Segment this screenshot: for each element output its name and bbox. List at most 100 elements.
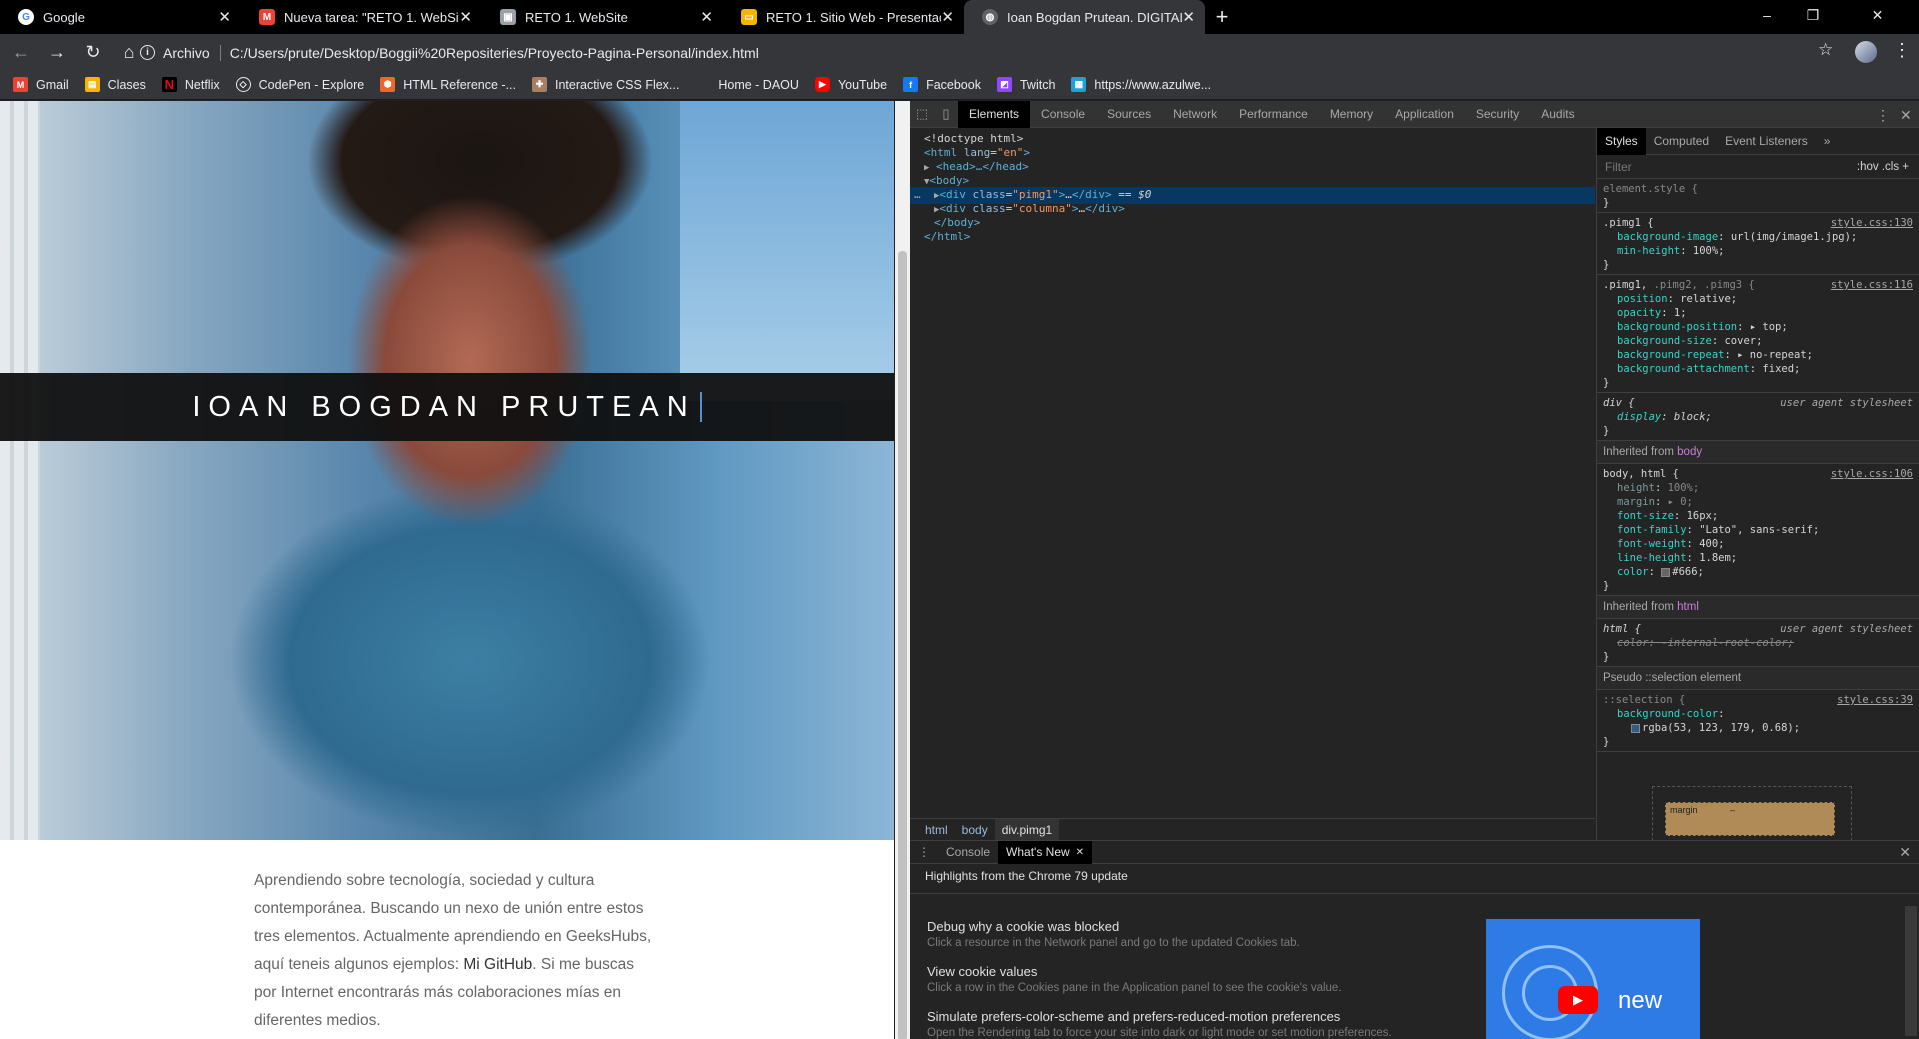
close-window-button[interactable]: ✕ bbox=[1836, 0, 1919, 30]
hero-photo: IOAN BOGDAN PRUTEAN bbox=[0, 101, 894, 840]
rule-element-style[interactable]: element.style { } bbox=[1597, 179, 1919, 213]
whats-new-video-thumbnail[interactable]: ▶ new bbox=[1486, 919, 1700, 1039]
tab-google[interactable]: G Google ✕ bbox=[0, 0, 241, 34]
device-toolbar-icon[interactable]: ▯ bbox=[934, 101, 958, 128]
bookmark-star-icon[interactable]: ☆ bbox=[1818, 40, 1833, 60]
rule-div-ua[interactable]: user agent stylesheet div { display: blo… bbox=[1597, 393, 1919, 441]
breadcrumb: html body div.pimg1 bbox=[910, 818, 1595, 841]
filter-options[interactable]: :hov .cls + bbox=[1857, 161, 1909, 173]
bookmark-css-flex[interactable]: ✚ Interactive CSS Flex... bbox=[532, 77, 679, 92]
tab-slides[interactable]: ▭ RETO 1. Sitio Web - Presentacion ✕ bbox=[723, 0, 964, 34]
dom-html-close[interactable]: </html> bbox=[924, 228, 970, 245]
close-icon[interactable]: ✕ bbox=[941, 8, 954, 26]
drawer-tab-console[interactable]: Console bbox=[938, 841, 998, 864]
bookmark-label: Interactive CSS Flex... bbox=[555, 77, 680, 92]
pseudo-selection-header: Pseudo ::selection element bbox=[1597, 667, 1919, 690]
rule-source-link[interactable]: style.css:39 bbox=[1837, 693, 1913, 707]
tab-strip: G Google ✕ M Nueva tarea: "RETO 1. WebSi… bbox=[0, 0, 1919, 34]
tab-event-listeners[interactable]: Event Listeners bbox=[1717, 128, 1816, 155]
tab-security[interactable]: Security bbox=[1465, 101, 1530, 128]
bookmark-daou[interactable]: Home - DAOU bbox=[695, 77, 799, 92]
bookmark-twitch[interactable]: ◩ Twitch bbox=[996, 77, 1055, 92]
close-icon[interactable]: ✕ bbox=[1076, 847, 1084, 858]
bookmark-azulweb[interactable]: ▦ https://www.azulwe... bbox=[1071, 77, 1211, 92]
info-icon[interactable]: i bbox=[140, 45, 155, 60]
rule-source-link[interactable]: style.css:130 bbox=[1831, 216, 1913, 230]
youtube-play-icon[interactable]: ▶ bbox=[1558, 986, 1598, 1014]
browser-menu-icon[interactable]: ⋮ bbox=[1893, 40, 1911, 61]
tab-gmail-task[interactable]: M Nueva tarea: "RETO 1. WebSite" - ✕ bbox=[241, 0, 482, 34]
restore-button[interactable]: ❐ bbox=[1790, 0, 1836, 30]
color-swatch[interactable] bbox=[1661, 567, 1671, 577]
close-icon[interactable]: ✕ bbox=[218, 8, 231, 26]
tab-network[interactable]: Network bbox=[1162, 101, 1228, 128]
reload-button[interactable]: ↻ bbox=[78, 37, 108, 67]
browser-toolbar: ← → ↻ ⌂ i Archivo C:/Users/prute/Desktop… bbox=[0, 34, 1919, 70]
row-ellipsis-icon[interactable]: … bbox=[914, 186, 921, 203]
devtools-menu-icon[interactable]: ⋮ bbox=[1876, 107, 1890, 124]
devtools-close-icon[interactable]: ✕ bbox=[1900, 107, 1912, 124]
new-tab-button[interactable]: + bbox=[1205, 0, 1239, 34]
rule-selection[interactable]: style.css:39 ::selection { background-co… bbox=[1597, 690, 1919, 752]
bookmark-html-reference[interactable]: ⬢ HTML Reference -... bbox=[380, 77, 516, 92]
crumb-div-pimg1[interactable]: div.pimg1 bbox=[994, 818, 1060, 841]
drawer-tab-whats-new[interactable]: What's New ✕ bbox=[998, 840, 1093, 864]
azulweb-icon: ▦ bbox=[1071, 77, 1087, 92]
rule-source-link[interactable]: style.css:116 bbox=[1831, 278, 1913, 292]
bookmark-facebook[interactable]: f Facebook bbox=[903, 77, 981, 92]
bookmark-codepen[interactable]: ◇ CodePen - Explore bbox=[235, 77, 364, 92]
drawer-close-icon[interactable]: ✕ bbox=[1899, 844, 1911, 861]
styles-filter[interactable]: Filter :hov .cls + bbox=[1597, 155, 1919, 179]
tab-application[interactable]: Application bbox=[1384, 101, 1465, 128]
tab-computed[interactable]: Computed bbox=[1646, 128, 1717, 155]
address-url[interactable]: C:/Users/prute/Desktop/Boggii%20Reposite… bbox=[230, 45, 759, 61]
page-scrollbar[interactable] bbox=[895, 101, 910, 1039]
filter-input[interactable]: Filter bbox=[1605, 160, 1632, 174]
rule-body-html[interactable]: style.css:106 body, html { height: 100%;… bbox=[1597, 464, 1919, 596]
tab-styles[interactable]: Styles bbox=[1597, 128, 1646, 155]
box-model-diagram: margin – bbox=[1652, 786, 1852, 840]
image-icon: ▣ bbox=[500, 9, 516, 25]
scrollbar-thumb[interactable] bbox=[898, 251, 907, 1039]
crumb-body[interactable]: body bbox=[955, 819, 995, 841]
bookmark-label: HTML Reference -... bbox=[403, 77, 516, 92]
bookmark-netflix[interactable]: N Netflix bbox=[161, 77, 220, 92]
address-bar[interactable]: i Archivo C:/Users/prute/Desktop/Boggii%… bbox=[140, 39, 1840, 66]
rule-html-ua[interactable]: user agent stylesheet html { color: -int… bbox=[1597, 619, 1919, 667]
balcony-railing bbox=[0, 101, 40, 840]
crumb-html[interactable]: html bbox=[918, 819, 955, 841]
tab-digitalcv[interactable]: ◍ Ioan Bogdan Prutean. DIGITALCV ✕ bbox=[964, 0, 1205, 34]
tab-memory[interactable]: Memory bbox=[1319, 101, 1384, 128]
inspect-element-icon[interactable]: ⬚ bbox=[910, 101, 934, 128]
back-button[interactable]: ← bbox=[6, 37, 36, 67]
minimize-button[interactable]: – bbox=[1744, 0, 1790, 30]
close-icon[interactable]: ✕ bbox=[459, 8, 472, 26]
color-swatch[interactable] bbox=[1631, 723, 1640, 733]
profile-avatar[interactable] bbox=[1855, 41, 1877, 63]
slides-icon: ▭ bbox=[741, 9, 757, 25]
tab-reto-website[interactable]: ▣ RETO 1. WebSite ✕ bbox=[482, 0, 723, 34]
address-scheme: Archivo bbox=[163, 44, 221, 61]
drawer-scrollbar[interactable] bbox=[1905, 906, 1917, 1036]
youtube-icon: ▶ bbox=[814, 77, 830, 92]
rule-pimg1[interactable]: style.css:130 .pimg1 { background-image:… bbox=[1597, 213, 1919, 275]
close-icon[interactable]: ✕ bbox=[700, 8, 713, 26]
drawer-menu-icon[interactable]: ⋮ bbox=[910, 841, 938, 864]
tab-audits[interactable]: Audits bbox=[1530, 101, 1585, 128]
elements-tree: <!doctype html> <html lang="en"> ▶ <head… bbox=[910, 128, 1595, 818]
bookmark-gmail[interactable]: M Gmail bbox=[13, 77, 69, 92]
github-link[interactable]: Mi GitHub bbox=[463, 956, 532, 973]
rule-pimg-group[interactable]: style.css:116 .pimg1, .pimg2, .pimg3 { p… bbox=[1597, 275, 1919, 393]
tab-title: Google bbox=[43, 9, 85, 25]
tab-performance[interactable]: Performance bbox=[1228, 101, 1319, 128]
tab-elements[interactable]: Elements bbox=[958, 100, 1031, 128]
bookmark-youtube[interactable]: ▶ YouTube bbox=[814, 77, 887, 92]
tab-sources[interactable]: Sources bbox=[1096, 101, 1162, 128]
more-tabs-icon[interactable]: » bbox=[1816, 128, 1839, 155]
inherited-from-html: Inherited from html bbox=[1597, 596, 1919, 619]
tab-console[interactable]: Console bbox=[1030, 101, 1096, 128]
rule-source-link[interactable]: style.css:106 bbox=[1831, 467, 1913, 481]
bookmark-clases[interactable]: ▤ Clases bbox=[84, 77, 146, 92]
forward-button[interactable]: → bbox=[42, 37, 72, 67]
close-icon[interactable]: ✕ bbox=[1182, 8, 1195, 26]
